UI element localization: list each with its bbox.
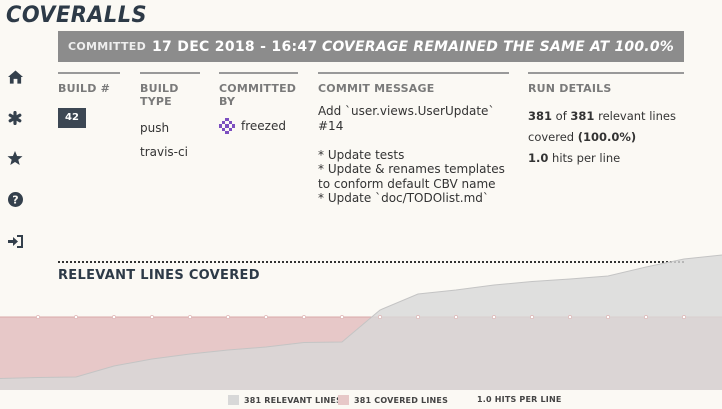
commit-banner: COMMITTED 17 DEC 2018 - 16:47 COVERAGE R… bbox=[58, 31, 684, 62]
legend-covered: 381 COVERED LINES bbox=[338, 395, 448, 405]
covered-point bbox=[340, 315, 344, 319]
build-service: travis-ci bbox=[140, 145, 188, 159]
covered-point bbox=[112, 315, 116, 319]
build-type-column: BUILD TYPE push travis-ci bbox=[140, 72, 200, 160]
covered-point bbox=[188, 315, 192, 319]
relevant-lines-count: 381 bbox=[570, 109, 595, 123]
hits-value: 1.0 bbox=[528, 151, 549, 165]
covered-point bbox=[36, 315, 40, 319]
avatar bbox=[219, 118, 235, 134]
chart-legend: 381 RELEVANT LINES 381 COVERED LINES 1.0… bbox=[0, 395, 722, 409]
build-event: push bbox=[140, 121, 170, 135]
home-icon[interactable] bbox=[6, 68, 24, 86]
build-number-badge[interactable]: 42 bbox=[58, 108, 86, 128]
covered-point bbox=[416, 315, 420, 319]
legend-covered-swatch bbox=[338, 395, 349, 405]
covered-point bbox=[644, 315, 648, 319]
asterisk-icon[interactable] bbox=[6, 109, 24, 127]
commit-message-column: COMMIT MESSAGE Add `user.views.UserUpdat… bbox=[318, 72, 509, 206]
svg-text:?: ? bbox=[12, 193, 18, 206]
relevant-lines-text: relevant lines bbox=[598, 109, 676, 123]
legend-hits: 1.0 HITS PER LINE bbox=[477, 395, 562, 404]
committer[interactable]: freezed bbox=[219, 118, 298, 134]
legend-relevant-label: 381 RELEVANT LINES bbox=[244, 395, 343, 405]
committed-by-header: COMMITTED BY bbox=[219, 72, 298, 108]
run-details-header: RUN DETAILS bbox=[528, 72, 684, 95]
question-icon[interactable]: ? bbox=[6, 190, 24, 208]
run-details-column: RUN DETAILS 381 of 381 relevant lines co… bbox=[528, 72, 684, 169]
committed-label: COMMITTED bbox=[68, 40, 147, 53]
covered-point bbox=[74, 315, 78, 319]
commit-datetime: 17 DEC 2018 - 16:47 bbox=[152, 38, 318, 55]
covered-point bbox=[454, 315, 458, 319]
covered-point bbox=[264, 315, 268, 319]
coverage-percent: (100.0%) bbox=[577, 130, 637, 144]
legend-hits-label: 1.0 HITS PER LINE bbox=[477, 395, 562, 404]
of-text: of bbox=[555, 109, 567, 123]
commit-message-text: Add `user.views.UserUpdate` #14 * Update… bbox=[318, 104, 505, 205]
coverage-chart bbox=[0, 254, 722, 390]
covered-point bbox=[492, 315, 496, 319]
coverage-status: COVERAGE REMAINED THE SAME AT 100.0% bbox=[321, 38, 674, 55]
build-header: BUILD # bbox=[58, 72, 120, 95]
commit-message-header: COMMIT MESSAGE bbox=[318, 72, 509, 95]
legend-relevant: 381 RELEVANT LINES bbox=[228, 395, 342, 405]
build-column: BUILD # 42 bbox=[58, 72, 120, 128]
build-type-header: BUILD TYPE bbox=[140, 72, 200, 108]
covered-point bbox=[226, 315, 230, 319]
run-details-body: 381 of 381 relevant lines covered (100.0… bbox=[528, 106, 684, 169]
covered-point bbox=[378, 315, 382, 319]
legend-relevant-swatch bbox=[228, 395, 239, 405]
covered-point bbox=[606, 315, 610, 319]
hits-text: hits per line bbox=[552, 151, 621, 165]
committed-by-column: COMMITTED BY freezed bbox=[219, 72, 298, 134]
legend-covered-label: 381 COVERED LINES bbox=[354, 395, 449, 405]
covered-point bbox=[530, 315, 534, 319]
covered-lines-count: 381 bbox=[528, 109, 553, 123]
committer-name: freezed bbox=[241, 119, 286, 133]
coveralls-logo[interactable]: COVERALLS bbox=[6, 3, 147, 28]
covered-point bbox=[150, 315, 154, 319]
covered-point bbox=[682, 315, 686, 319]
covered-point bbox=[568, 315, 572, 319]
star-icon[interactable] bbox=[6, 149, 24, 167]
covered-text: covered bbox=[528, 130, 575, 144]
covered-point bbox=[302, 315, 306, 319]
